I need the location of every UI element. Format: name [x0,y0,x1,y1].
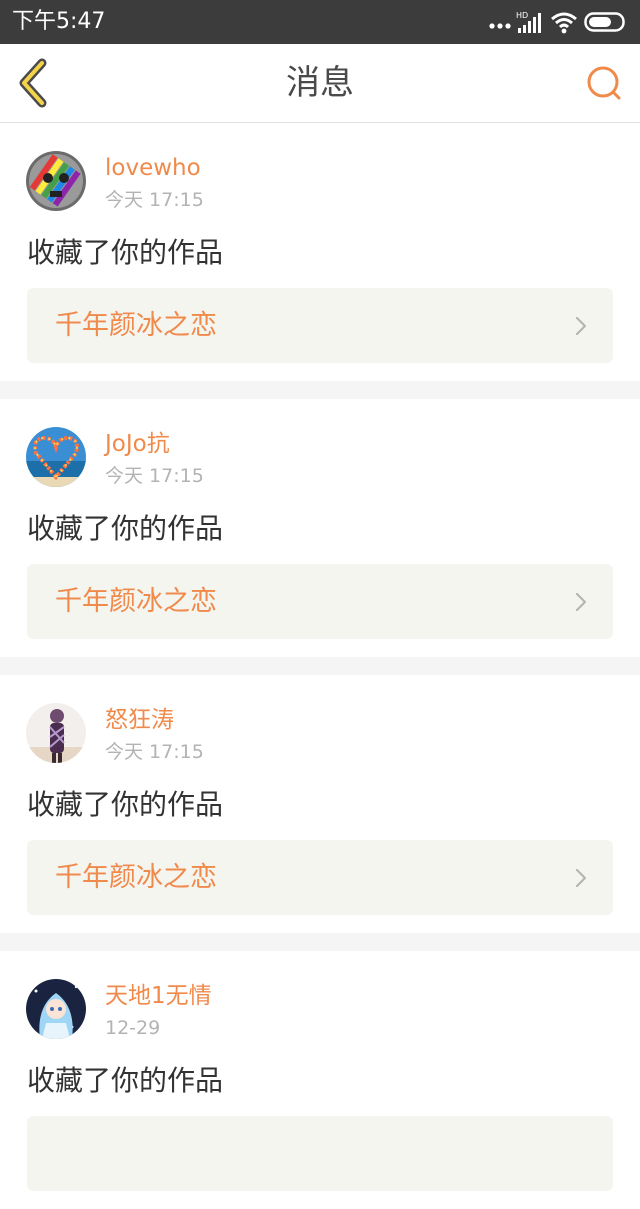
user-name[interactable]: 天地1无情 [105,981,212,1011]
avatar[interactable] [26,703,86,763]
work-title: 千年颜冰之恋 [55,586,217,617]
user-name[interactable]: lovewho [105,153,201,183]
chevron-right-icon [575,868,587,888]
heart-beach-avatar-image [26,427,86,487]
hd-label: HD [516,11,528,20]
message-text: 收藏了你的作品 [27,512,224,545]
message-card: JoJo抗 今天 17:15 收藏了你的作品 千年颜冰之恋 [0,399,640,657]
message-text: 收藏了你的作品 [27,788,224,821]
message-text: 收藏了你的作品 [27,1064,224,1097]
message-card: lovewho 今天 17:15 收藏了你的作品 千年颜冰之恋 [0,123,640,381]
avatar[interactable] [26,151,86,211]
work-link[interactable]: 千年颜冰之恋 [27,564,613,639]
divider [0,657,640,675]
nav-bar: 消息 [0,44,640,123]
avatar[interactable] [26,979,86,1039]
divider [0,933,640,951]
work-title: 千年颜冰之恋 [55,862,217,893]
work-link[interactable]: 千年颜冰之恋 [27,840,613,915]
more-dots-icon [489,23,511,29]
message-list: lovewho 今天 17:15 收藏了你的作品 千年颜冰之恋 JoJo抗 今天… [0,123,640,1209]
skull-avatar-image [26,151,86,211]
message-time: 今天 17:15 [105,741,204,763]
message-time: 12-29 [105,1017,161,1039]
hd-signal-icon: HD [516,11,541,33]
search-icon [587,66,621,100]
status-icons: HD [488,10,628,34]
battery-icon [584,12,625,32]
status-bar: 下午5:47 HD [0,0,640,44]
chevron-right-icon [575,592,587,612]
message-time: 今天 17:15 [105,189,204,211]
status-time: 下午5:47 [12,9,106,34]
message-card: 怒狂涛 今天 17:15 收藏了你的作品 千年颜冰之恋 [0,675,640,933]
page-title: 消息 [286,63,354,103]
user-name[interactable]: JoJo抗 [105,429,170,459]
work-title: 千年颜冰之恋 [55,310,217,341]
anime-girl-avatar-image [26,979,86,1039]
message-time: 今天 17:15 [105,465,204,487]
work-link[interactable]: 千年颜冰之恋 [27,288,613,363]
divider [0,381,640,399]
wifi-icon [551,12,577,34]
chevron-right-icon [575,316,587,336]
avatar[interactable] [26,427,86,487]
message-text: 收藏了你的作品 [27,236,224,269]
work-link[interactable] [27,1116,613,1191]
user-name[interactable]: 怒狂涛 [105,705,174,735]
message-card: 天地1无情 12-29 收藏了你的作品 [0,951,640,1209]
search-button[interactable] [584,62,626,104]
person-avatar-image [26,703,86,763]
